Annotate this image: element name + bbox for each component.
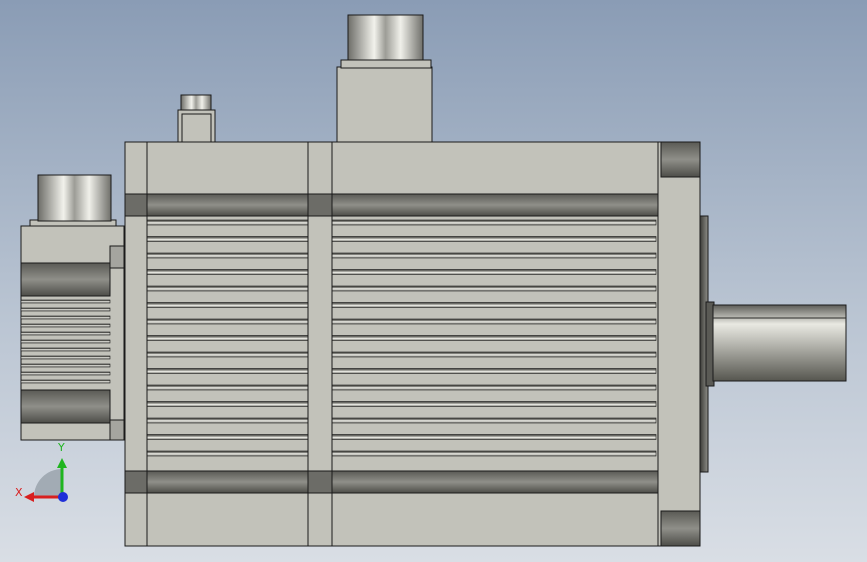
cooling-fin: [146, 236, 309, 242]
cooling-fin: [146, 351, 309, 358]
cooling-fin: [331, 252, 657, 259]
graphics-viewport[interactable]: X Y: [0, 0, 867, 562]
cooling-fin: [331, 269, 657, 275]
cooling-fin: [331, 335, 657, 341]
cooling-fin: [331, 236, 657, 242]
cooling-fin: [331, 384, 657, 391]
cooling-fin: [331, 302, 657, 308]
encoder-vent-slot: [20, 331, 111, 336]
cooling-fin: [146, 417, 309, 424]
cooling-fin: [146, 368, 309, 374]
cooling-fin: [146, 318, 309, 325]
output-shaft[interactable]: [705, 301, 847, 387]
signal-connector[interactable]: [177, 94, 216, 143]
axis-y-label: Y: [58, 441, 65, 454]
cooling-fin: [331, 434, 657, 440]
encoder-vent-slot: [20, 323, 111, 328]
cooling-fin: [146, 384, 309, 391]
y-axis-arrowhead: [57, 458, 67, 468]
cooling-fin: [146, 219, 309, 226]
cooling-fin: [331, 351, 657, 358]
cooling-fin: [331, 417, 657, 424]
encoder-housing[interactable]: [20, 225, 125, 441]
cooling-fin: [146, 335, 309, 341]
encoder-vent-slot: [20, 379, 111, 384]
cooling-fin: [146, 252, 309, 259]
encoder-vent-slot: [20, 315, 111, 320]
x-axis-arrowhead: [24, 492, 34, 502]
cooling-fin: [331, 450, 657, 457]
motor-body[interactable]: [124, 141, 659, 547]
cooling-fin: [331, 318, 657, 325]
cooling-fin: [146, 285, 309, 292]
motor-model-view[interactable]: [0, 0, 867, 562]
encoder-vent-slot: [20, 355, 111, 360]
cooling-fin: [146, 269, 309, 275]
cooling-fin: [146, 434, 309, 440]
view-orientation-triad[interactable]: [24, 458, 68, 502]
cooling-fin: [146, 302, 309, 308]
cooling-fin: [331, 285, 657, 292]
encoder-vent-slot: [20, 299, 111, 304]
cooling-fin: [331, 219, 657, 226]
encoder-vent-slot: [20, 339, 111, 344]
power-connector[interactable]: [336, 14, 433, 143]
encoder-vent-slot: [20, 307, 111, 312]
cooling-fin: [146, 401, 309, 407]
cooling-fin: [331, 368, 657, 374]
axis-x-label: X: [15, 486, 23, 499]
encoder-vent-slot: [20, 363, 111, 368]
encoder-vent-slot: [20, 347, 111, 352]
front-flange[interactable]: [657, 141, 709, 547]
cooling-fin: [331, 401, 657, 407]
z-axis-dot: [58, 492, 68, 502]
rear-connector-cylinder[interactable]: [29, 174, 117, 229]
encoder-vent-slot: [20, 371, 111, 376]
cooling-fin: [146, 450, 309, 457]
cooling-fins: [146, 219, 657, 457]
